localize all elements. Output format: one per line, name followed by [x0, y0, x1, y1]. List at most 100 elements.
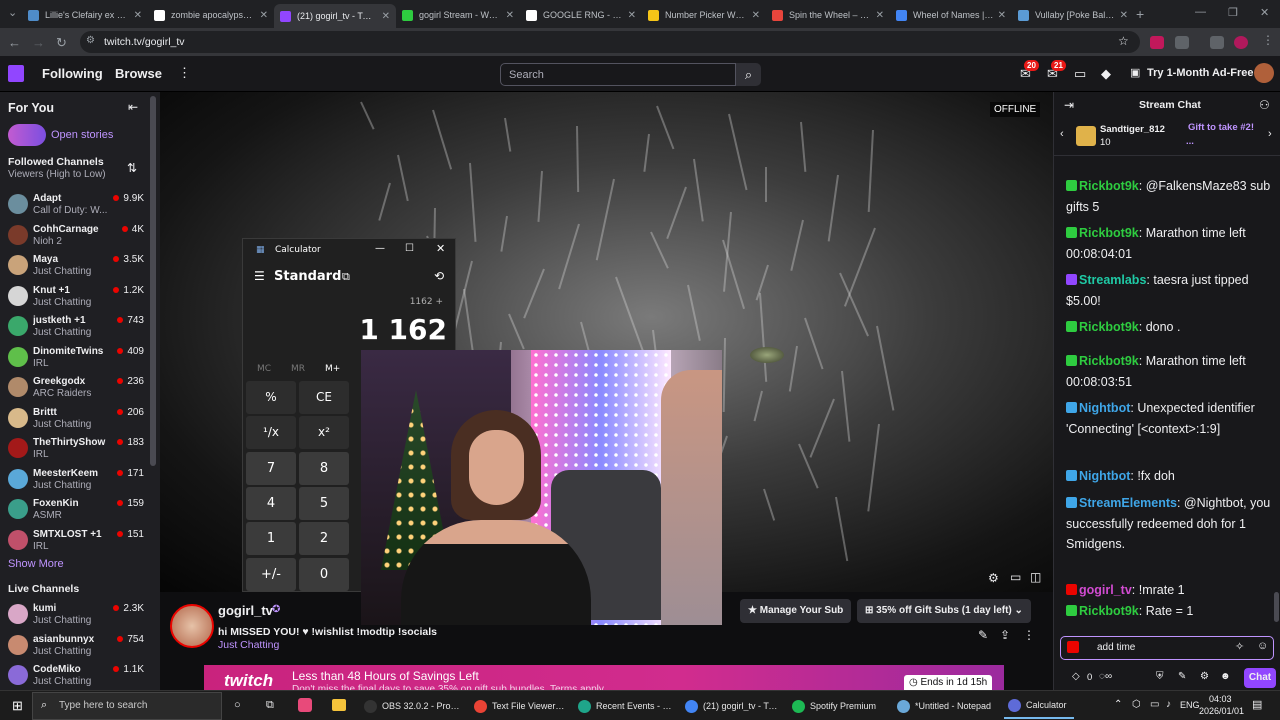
browser-tab[interactable]: Number Picker Wheel... ✕: [642, 4, 766, 26]
shield-icon[interactable]: ⛨: [1156, 671, 1164, 682]
chevron-right-icon[interactable]: ›: [1268, 128, 1272, 140]
chat-username[interactable]: Streamlabs: [1079, 273, 1146, 287]
chat-username[interactable]: Rickbot9k: [1079, 320, 1139, 334]
sidebar-live-channel-item[interactable]: kumi Just Chatting 2.3K: [0, 600, 150, 630]
sidebar-channel-item[interactable]: Adapt Call of Duty: W... 9.9K: [0, 190, 150, 220]
taskbar-app[interactable]: Recent Events - Go...: [574, 693, 678, 719]
windows-start-icon[interactable]: ⊞: [12, 698, 23, 714]
new-tab-plus-icon[interactable]: +: [1136, 6, 1144, 22]
taskbar-app[interactable]: Text File Viewer - G...: [470, 693, 570, 719]
nav-browse[interactable]: Browse: [115, 66, 162, 81]
channel-avatar[interactable]: [170, 604, 214, 648]
file-explorer-icon[interactable]: [332, 699, 346, 711]
sidebar-live-channel-item[interactable]: asianbunnyx Just Chatting 754: [0, 631, 150, 661]
chat-username[interactable]: Rickbot9k: [1079, 604, 1139, 618]
more-menu-icon[interactable]: ⋮: [178, 65, 191, 81]
back-arrow-icon[interactable]: ←: [8, 35, 21, 50]
keep-on-top-icon[interactable]: ⧉: [342, 270, 350, 284]
sidebar-live-channel-item[interactable]: CodeMiko Just Chatting 1.1K: [0, 661, 150, 691]
digit-5-button[interactable]: 5: [299, 486, 349, 520]
browser-tab[interactable]: gogirl Stream - Watc... ✕: [396, 4, 520, 26]
browser-tab[interactable]: GOOGLE RNG - Goo... ✕: [520, 4, 642, 26]
nav-following[interactable]: Following: [42, 66, 103, 81]
network-icon[interactable]: ▭: [1150, 699, 1159, 710]
browser-tab-active[interactable]: (21) gogirl_tv - Twitch ✕: [274, 4, 396, 28]
sidebar-channel-item[interactable]: MeesterKeem Just Chatting 171: [0, 465, 150, 495]
sidebar-scrollbar[interactable]: [150, 96, 156, 466]
browser-tab[interactable]: zombie apocalypse fa... ✕: [148, 4, 274, 26]
square-button[interactable]: x²: [299, 416, 349, 450]
sidebar-channel-item[interactable]: Brittt Just Chatting 206: [0, 404, 150, 434]
sidebar-channel-item[interactable]: CohhCarnage Nioh 2 4K: [0, 221, 150, 251]
tray-app-icon[interactable]: ⬡: [1132, 699, 1141, 710]
fullscreen-icon[interactable]: ◫: [1030, 570, 1041, 584]
site-info-icon[interactable]: ⚙: [86, 35, 95, 46]
minimize-icon[interactable]: —: [375, 243, 385, 254]
cortana-icon[interactable]: ○: [234, 699, 241, 711]
clear-entry-button[interactable]: CE: [299, 381, 349, 414]
manage-sub-button[interactable]: ★ Manage Your Sub: [740, 599, 852, 623]
stories-avatars[interactable]: [8, 124, 46, 146]
browser-menu-icon[interactable]: ⋮: [1262, 33, 1274, 47]
close-icon[interactable]: ✕: [260, 10, 268, 21]
tab-search-chevron-icon[interactable]: ⌄: [8, 6, 17, 19]
notification-center-icon[interactable]: ▤: [1252, 698, 1262, 711]
history-icon[interactable]: ⟲: [434, 269, 444, 283]
sidebar-channel-item[interactable]: justketh +1 Just Chatting 743: [0, 312, 150, 342]
settings-gear-icon[interactable]: ⚙: [1200, 671, 1209, 682]
reload-icon[interactable]: ↻: [56, 35, 67, 51]
digit-1-button[interactable]: 1: [246, 522, 296, 556]
twitch-logo-icon[interactable]: [8, 65, 24, 82]
bits-icon[interactable]: ◆: [1101, 66, 1111, 82]
whispers-icon[interactable]: ▭: [1074, 66, 1086, 82]
emote-smiley-icon[interactable]: ☺: [1257, 640, 1268, 652]
chat-username[interactable]: Rickbot9k: [1079, 226, 1139, 240]
stream-category-link[interactable]: Just Chatting: [218, 639, 279, 651]
close-icon[interactable]: ✕: [752, 10, 760, 21]
settings-gear-icon[interactable]: ⚙: [988, 571, 999, 585]
tray-chevron-icon[interactable]: ⌃: [1114, 699, 1122, 710]
digit-0-button[interactable]: 0: [299, 557, 349, 591]
edit-pencil-icon[interactable]: ✎: [978, 628, 988, 642]
clock-time[interactable]: 04:03: [1209, 694, 1232, 704]
community-icon[interactable]: ⚇: [1259, 98, 1270, 112]
show-more-link[interactable]: Show More: [8, 558, 64, 570]
browser-tab[interactable]: Vullaby [Poke Ball] #... ✕: [1012, 4, 1134, 26]
taskbar-search-box[interactable]: ⌕ Type here to search: [32, 692, 222, 720]
sidebar-channel-item[interactable]: FoxenKin ASMR 159: [0, 495, 150, 525]
task-view-icon[interactable]: ⧉: [266, 699, 274, 712]
extension-icon[interactable]: [1150, 36, 1164, 49]
user-avatar[interactable]: [1254, 63, 1274, 83]
volume-icon[interactable]: ♪: [1166, 699, 1171, 710]
copilot-icon[interactable]: [298, 698, 312, 712]
chat-username[interactable]: Nightbot: [1079, 401, 1130, 415]
maximize-icon[interactable]: ☐: [405, 243, 414, 254]
digit-8-button[interactable]: 8: [299, 451, 349, 485]
sidebar-channel-item[interactable]: SMTXLOST +1 IRL 151: [0, 526, 150, 556]
hamburger-menu-icon[interactable]: ☰: [254, 269, 265, 283]
channel-points-icon[interactable]: ◇: [1072, 671, 1080, 682]
memory-add-button[interactable]: M+: [325, 364, 340, 374]
sidebar-channel-item[interactable]: DinomiteTwins IRL 409: [0, 343, 150, 373]
close-icon[interactable]: ✕: [1120, 10, 1128, 21]
address-bar[interactable]: ⚙ twitch.tv/gogirl_tv ☆: [80, 31, 1140, 53]
search-icon[interactable]: ⌕: [736, 63, 761, 86]
browser-tab[interactable]: Lillie's Clefairy ex #5... ✕: [22, 4, 148, 26]
collapse-sidebar-icon[interactable]: ⇤: [128, 100, 138, 114]
sidebar-channel-item[interactable]: Greekgodx ARC Raiders 236: [0, 373, 150, 403]
collapse-chat-icon[interactable]: ⇥: [1064, 98, 1074, 112]
close-icon[interactable]: ✕: [134, 10, 142, 21]
more-options-icon[interactable]: ⋮: [1023, 628, 1035, 642]
chat-scrollbar[interactable]: [1274, 592, 1279, 622]
chat-input[interactable]: add time ✧ ☺: [1060, 636, 1274, 660]
close-icon[interactable]: ✕: [506, 10, 514, 21]
digit-2-button[interactable]: 2: [299, 522, 349, 556]
taskbar-app[interactable]: (21) gogirl_tv - Twit...: [681, 693, 785, 719]
close-icon[interactable]: ✕: [876, 10, 884, 21]
browser-tab[interactable]: Wheel of Names | Ra... ✕: [890, 4, 1012, 26]
share-icon[interactable]: ⇪: [1000, 628, 1010, 642]
close-icon[interactable]: ✕: [998, 10, 1006, 21]
digit-7-button[interactable]: 7: [246, 451, 296, 485]
ad-free-button[interactable]: Try 1-Month Ad-Free: [1147, 67, 1254, 79]
chat-username[interactable]: Nightbot: [1079, 469, 1130, 483]
